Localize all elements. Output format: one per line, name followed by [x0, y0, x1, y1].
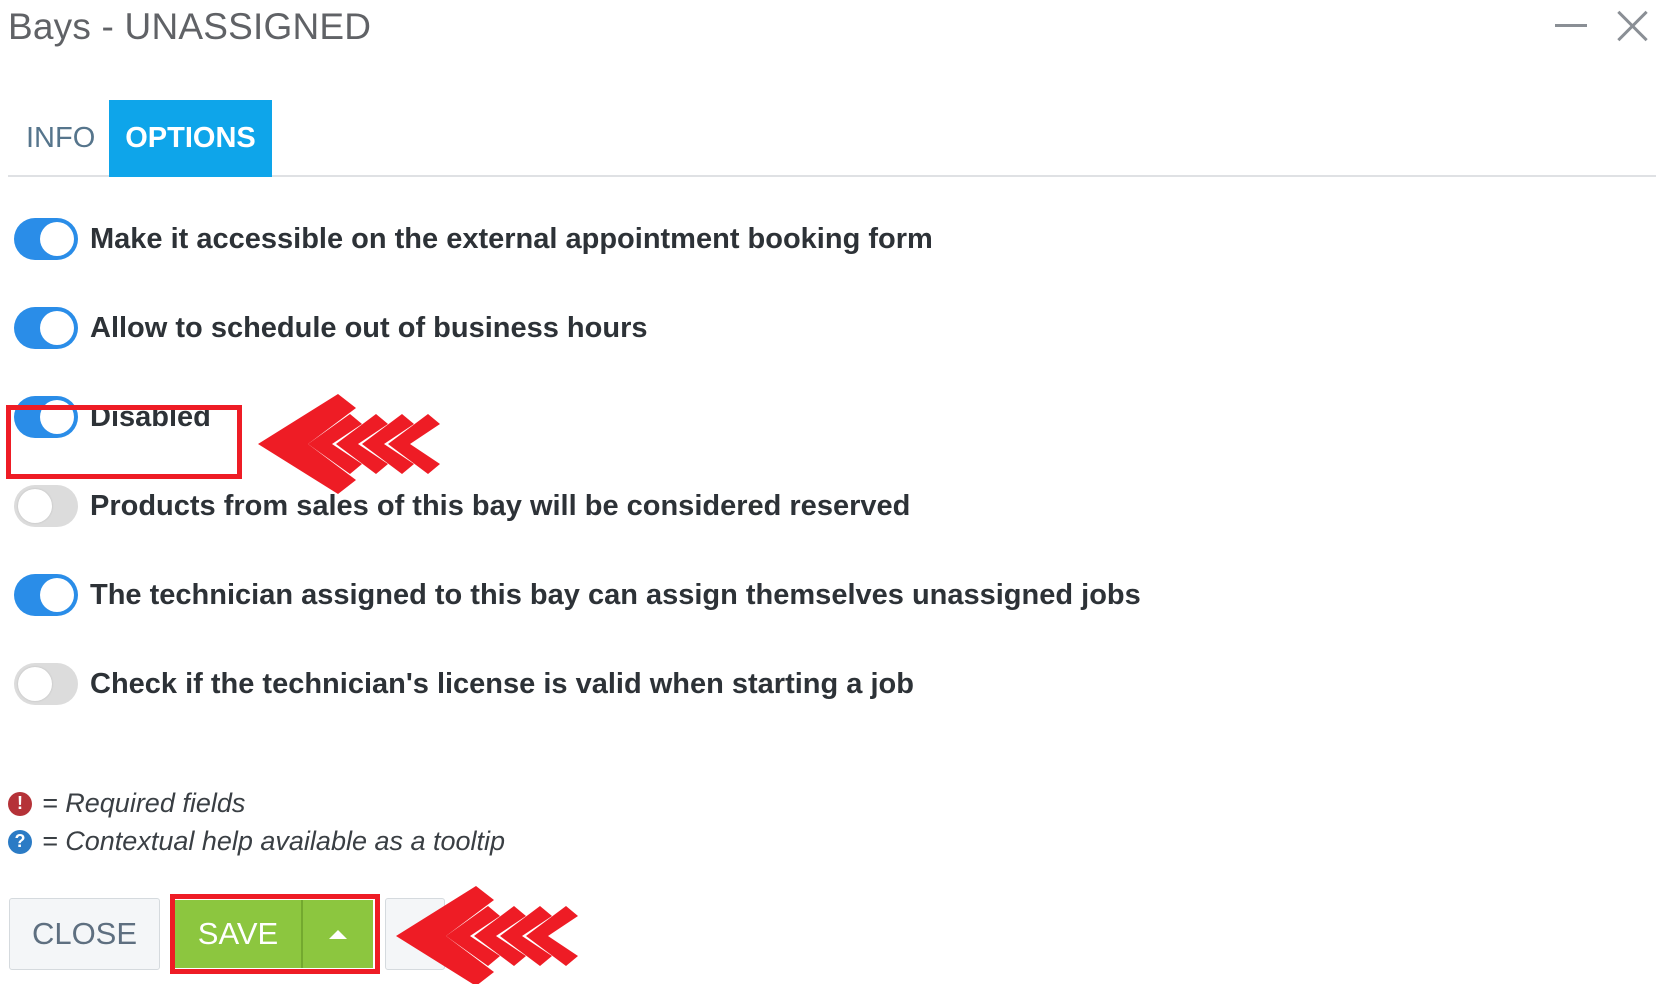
legend-help: ? = Contextual help available as a toolt…: [8, 826, 505, 857]
option-reserved-products: Products from sales of this bay will be …: [14, 483, 910, 529]
toggle-reserved-products[interactable]: [14, 485, 78, 527]
option-self-assign: The technician assigned to this bay can …: [14, 572, 1141, 618]
tab-options[interactable]: OPTIONS: [109, 100, 272, 177]
exclamation-icon: !: [8, 791, 32, 816]
legend-required-text: = Required fields: [42, 788, 246, 818]
legend-required: ! = Required fields: [8, 788, 245, 819]
highlight-box-save: [170, 894, 380, 974]
option-out-of-hours: Allow to schedule out of business hours: [14, 305, 648, 351]
option-label: Make it accessible on the external appoi…: [90, 222, 933, 255]
toggle-self-assign[interactable]: [14, 574, 78, 616]
arrow-icon-save: [396, 886, 578, 984]
option-label: Products from sales of this bay will be …: [90, 489, 911, 522]
dialog-title: Bays - UNASSIGNED: [8, 6, 372, 47]
close-button[interactable]: CLOSE: [9, 898, 160, 970]
toggle-license-check[interactable]: [14, 663, 78, 705]
option-external-booking: Make it accessible on the external appoi…: [14, 216, 933, 262]
option-label: Allow to schedule out of business hours: [90, 311, 648, 344]
bay-dialog: Bays - UNASSIGNED INFO OPTIONS Make it a…: [0, 0, 1665, 984]
toggle-external-booking[interactable]: [14, 218, 78, 260]
tab-info[interactable]: INFO: [8, 100, 113, 177]
close-icon[interactable]: [1614, 8, 1650, 44]
option-label: The technician assigned to this bay can …: [90, 578, 1141, 611]
minimize-icon[interactable]: [1555, 24, 1587, 27]
question-icon: ?: [8, 829, 32, 854]
option-license-check: Check if the technician's license is val…: [14, 661, 914, 707]
legend-help-text: = Contextual help available as a tooltip: [42, 826, 506, 856]
arrow-icon-disabled: [258, 394, 440, 494]
tab-bar: INFO OPTIONS: [8, 100, 1656, 177]
toggle-out-of-hours[interactable]: [14, 307, 78, 349]
highlight-box-disabled: [6, 405, 242, 479]
option-label: Check if the technician's license is val…: [90, 667, 914, 700]
